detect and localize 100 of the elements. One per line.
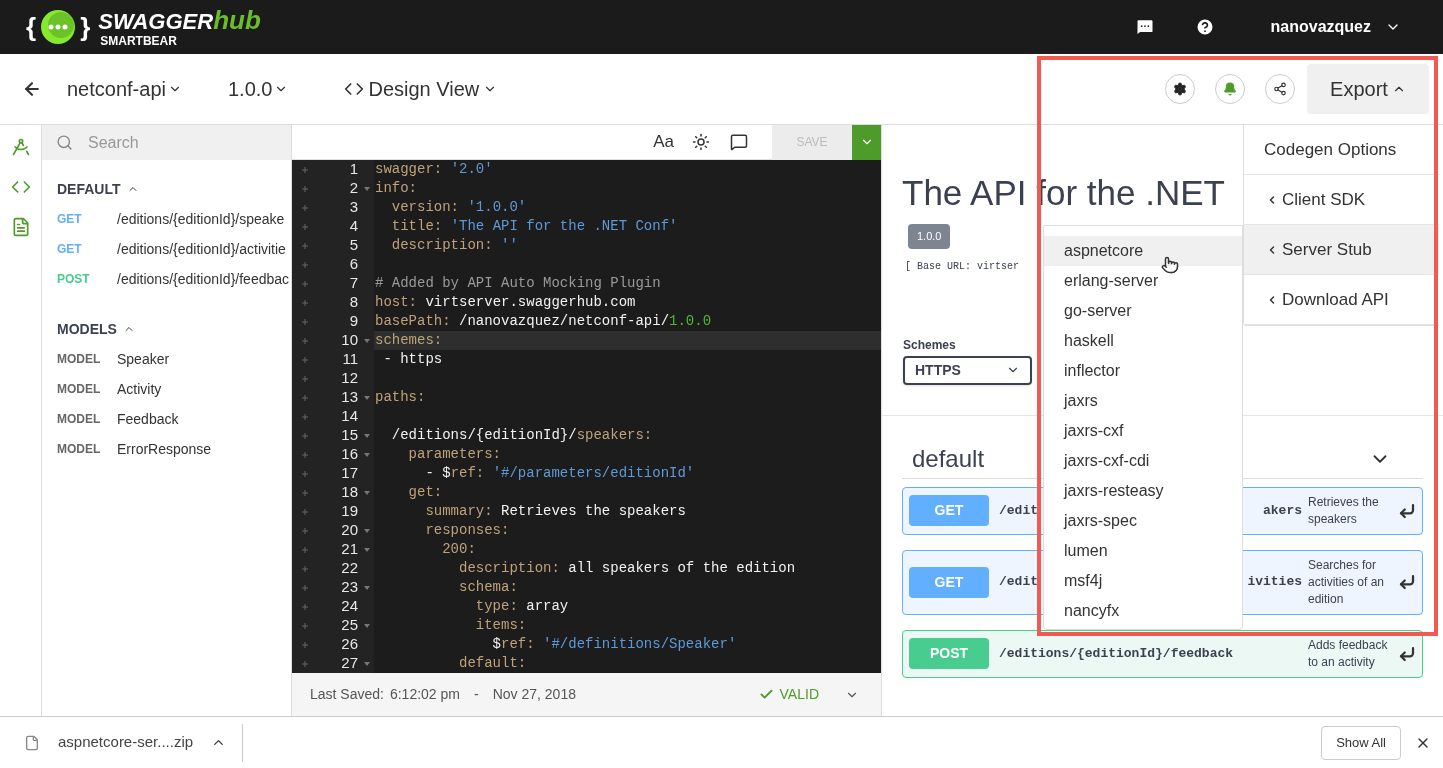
fold-icon[interactable] [364, 661, 370, 666]
code-line: - https [382, 350, 443, 369]
plus-icon[interactable] [302, 337, 308, 344]
chat-icon[interactable] [1134, 17, 1155, 37]
plus-icon[interactable] [302, 489, 308, 496]
plus-icon[interactable] [302, 261, 308, 268]
separator: - [474, 685, 479, 704]
save-options-button[interactable] [852, 124, 881, 160]
code-line: responses: [424, 521, 510, 540]
plus-icon[interactable] [302, 527, 308, 534]
plus-icon[interactable] [302, 584, 308, 591]
code-line: version: '1.0.0' [390, 198, 527, 217]
fold-icon[interactable] [364, 338, 370, 343]
line-number: 14 [341, 406, 358, 427]
line-number: 26 [341, 634, 358, 655]
plus-icon[interactable] [302, 166, 308, 173]
plus-icon[interactable] [302, 470, 308, 477]
fold-icon[interactable] [364, 433, 370, 438]
code-line: paths: [375, 388, 426, 407]
theme-icon[interactable] [692, 133, 710, 151]
sidebar-item[interactable]: MODEL Activity [42, 374, 291, 404]
comment-icon[interactable] [730, 133, 748, 151]
plus-icon[interactable] [302, 299, 308, 306]
item-label: Speaker [117, 349, 170, 369]
fold-icon[interactable] [364, 528, 370, 533]
sidebar-item[interactable]: MODEL ErrorResponse [42, 434, 291, 464]
plus-icon[interactable] [302, 375, 308, 382]
plus-icon[interactable] [302, 660, 308, 667]
fold-icon[interactable] [364, 585, 370, 590]
fold-icon[interactable] [364, 395, 370, 400]
fold-icon[interactable] [364, 623, 370, 628]
version-selector[interactable]: 1.0.0 [227, 74, 289, 104]
plus-icon[interactable] [302, 622, 308, 629]
method-tag: MODEL [57, 350, 117, 368]
plus-icon[interactable] [302, 204, 308, 211]
operation-path: ivities [1247, 573, 1302, 592]
plus-icon[interactable] [302, 242, 308, 249]
download-filename[interactable]: aspnetcore-ser....zip [58, 731, 194, 754]
zip-file-icon [24, 734, 40, 751]
logo-icon [40, 9, 77, 45]
base-url: [ Base URL: virtser [905, 259, 1020, 274]
plus-icon[interactable] [302, 432, 308, 439]
line-number: 19 [341, 501, 358, 522]
view-selector[interactable]: Design View [344, 74, 498, 104]
method-tag: MODEL [57, 380, 117, 398]
line-number: 2 [349, 178, 358, 199]
search-field[interactable]: Search [42, 125, 291, 160]
line-number: 6 [349, 254, 358, 275]
sidebar-item[interactable]: POST /editions/{editionId}/feedbac [42, 264, 291, 294]
code-line: info: [375, 179, 417, 198]
plus-icon[interactable] [302, 413, 308, 420]
plus-icon[interactable] [302, 280, 308, 287]
plus-icon[interactable] [302, 318, 308, 325]
check-icon [758, 687, 774, 702]
plus-icon[interactable] [302, 546, 308, 553]
method-tag: GET [57, 210, 117, 228]
code-line: /editions/{editionId}/speakers: [390, 426, 653, 445]
item-label: /editions/{editionId}/feedbac [117, 269, 290, 289]
line-number: 16 [341, 444, 358, 465]
version-badge: 1.0.0 [908, 224, 951, 249]
sidebar-item[interactable]: MODEL Speaker [42, 344, 291, 374]
plus-icon[interactable] [302, 223, 308, 230]
fold-icon[interactable] [364, 547, 370, 552]
sidebar-item[interactable]: GET /editions/{editionId}/speake [42, 204, 291, 234]
plus-icon[interactable] [302, 565, 308, 572]
scheme-select[interactable]: HTTPS [903, 355, 1032, 385]
code-line: summary: Retrieves the speakers [424, 502, 686, 521]
code-line: schemes: [375, 331, 443, 350]
line-number: 27 [341, 653, 358, 673]
plus-icon[interactable] [302, 185, 308, 192]
operation-path: akers [1263, 501, 1302, 520]
export-button[interactable]: Export [1307, 64, 1429, 114]
menu-item[interactable]: Server Stub [1244, 225, 1439, 275]
sidebar-item[interactable]: MODEL Feedback [42, 404, 291, 434]
section-header[interactable]: MODELS [57, 318, 135, 340]
plus-icon[interactable] [302, 394, 308, 401]
item-label: /editions/{editionId}/speake [117, 209, 285, 229]
plus-icon[interactable] [302, 508, 308, 515]
plus-icon[interactable] [302, 451, 308, 458]
sidebar-item[interactable]: GET /editions/{editionId}/activitie [42, 234, 291, 264]
fold-icon[interactable] [364, 490, 370, 495]
compass-icon[interactable] [10, 137, 31, 157]
method-badge: POST [909, 638, 989, 669]
help-icon[interactable] [1194, 17, 1215, 37]
save-time: 6:12:02 pm [389, 685, 460, 704]
plus-icon[interactable] [302, 641, 308, 648]
user-menu[interactable]: nanovazquez [1270, 15, 1401, 39]
show-all-button[interactable]: Show All [1321, 725, 1401, 760]
method-badge: GET [909, 566, 989, 598]
plus-icon[interactable] [302, 603, 308, 610]
font-size-button[interactable]: Aa [653, 129, 674, 155]
plus-icon[interactable] [302, 356, 308, 363]
fold-icon[interactable] [364, 452, 370, 457]
menu-item[interactable]: aspnetcore [1044, 236, 1242, 266]
line-number: 3 [349, 197, 358, 218]
api-selector[interactable]: netconf-api [67, 74, 182, 104]
back-icon[interactable] [22, 79, 42, 99]
code-editor[interactable] [292, 160, 881, 673]
fold-icon[interactable] [364, 186, 370, 191]
section-header[interactable]: DEFAULT [57, 178, 139, 200]
